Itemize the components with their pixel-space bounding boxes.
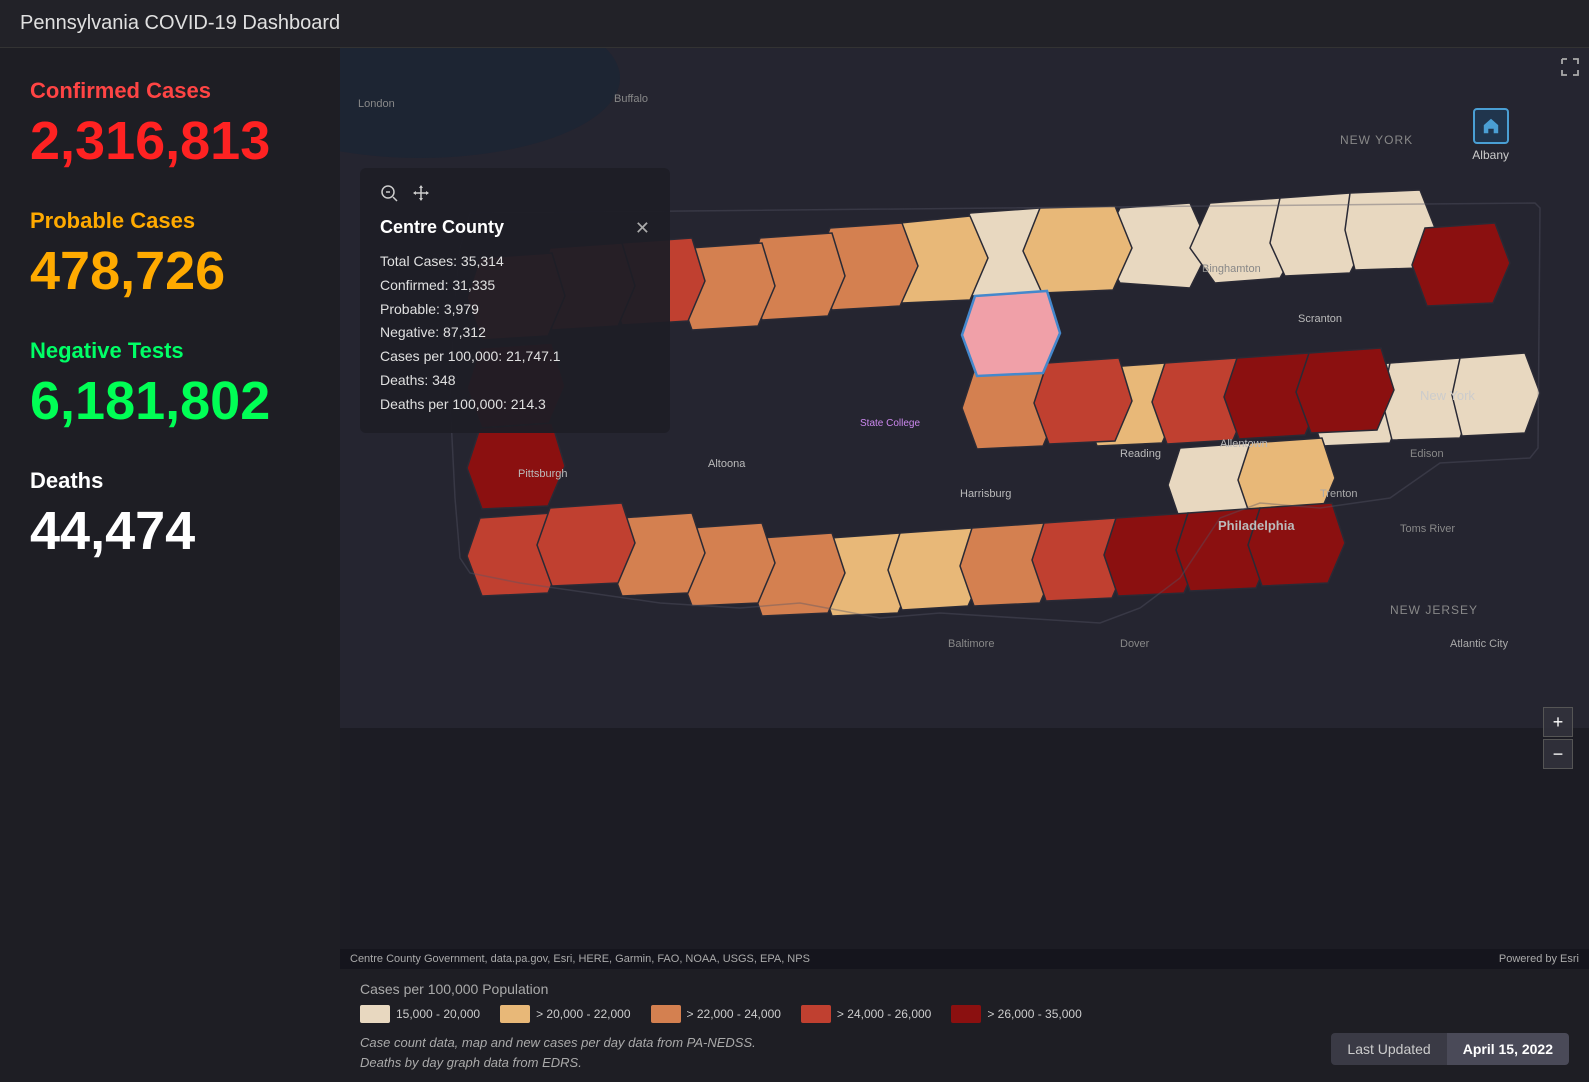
powered-by: Powered by Esri <box>1499 953 1579 965</box>
legend-swatch-3 <box>801 1005 831 1023</box>
popup-total-cases: Total Cases: 35,314 <box>380 250 650 274</box>
legend-item-0: 15,000 - 20,000 <box>360 1005 480 1023</box>
map-panel: Pittsburgh Altoona State College Harrisb… <box>340 48 1589 1082</box>
legend-label-2: > 22,000 - 24,000 <box>687 1007 781 1021</box>
legend-label-3: > 24,000 - 26,000 <box>837 1007 931 1021</box>
legend-label-1: > 20,000 - 22,000 <box>536 1007 630 1021</box>
negative-tests-block: Negative Tests 6,181,802 <box>30 338 310 428</box>
last-updated-label: Last Updated <box>1331 1033 1446 1065</box>
zoom-out-icon[interactable] <box>380 184 398 207</box>
legend-item-2: > 22,000 - 24,000 <box>651 1005 781 1023</box>
legend-swatch-0 <box>360 1005 390 1023</box>
last-updated-date: April 15, 2022 <box>1447 1033 1569 1065</box>
popup-cases-per-100k: Cases per 100,000: 21,747.1 <box>380 345 650 369</box>
albany-home-icon <box>1473 108 1509 144</box>
popup-deaths-per-100k: Deaths per 100,000: 214.3 <box>380 393 650 417</box>
legend-item-1: > 20,000 - 22,000 <box>500 1005 630 1023</box>
map-container[interactable]: Pittsburgh Altoona State College Harrisb… <box>340 48 1589 969</box>
popup-body: Total Cases: 35,314 Confirmed: 31,335 Pr… <box>380 250 650 417</box>
legend-label-4: > 26,000 - 35,000 <box>987 1007 1081 1021</box>
map-attribution-bar: Centre County Government, data.pa.gov, E… <box>340 949 1589 969</box>
confirmed-cases-block: Confirmed Cases 2,316,813 <box>30 78 310 168</box>
deaths-label: Deaths <box>30 468 310 494</box>
page-title: Pennsylvania COVID-19 Dashboard <box>20 12 340 34</box>
albany-label: Albany <box>1472 148 1509 162</box>
zoom-controls: + − <box>1543 707 1573 769</box>
popup-tools <box>380 184 650 207</box>
stats-panel: Confirmed Cases 2,316,813 Probable Cases… <box>0 48 340 1082</box>
popup-deaths: Deaths: 348 <box>380 369 650 393</box>
popup-probable: Probable: 3,979 <box>380 298 650 322</box>
legend-label-0: 15,000 - 20,000 <box>396 1007 480 1021</box>
pan-icon[interactable] <box>412 184 430 207</box>
deaths-value: 44,474 <box>30 504 310 558</box>
legend-swatch-2 <box>651 1005 681 1023</box>
legend-swatch-1 <box>500 1005 530 1023</box>
deaths-block: Deaths 44,474 <box>30 468 310 558</box>
attribution-text: Centre County Government, data.pa.gov, E… <box>350 953 810 965</box>
legend-item-4: > 26,000 - 35,000 <box>951 1005 1081 1023</box>
popup-negative: Negative: 87,312 <box>380 321 650 345</box>
main-content: Confirmed Cases 2,316,813 Probable Cases… <box>0 48 1589 1082</box>
confirmed-cases-label: Confirmed Cases <box>30 78 310 104</box>
legend-items: 15,000 - 20,000 > 20,000 - 22,000 > 22,0… <box>360 1005 1569 1023</box>
negative-tests-label: Negative Tests <box>30 338 310 364</box>
footnote-text: Case count data, map and new cases per d… <box>360 1033 800 1072</box>
legend-title: Cases per 100,000 Population <box>360 981 1569 997</box>
footer-area: Cases per 100,000 Population 15,000 - 20… <box>340 969 1589 1082</box>
popup-confirmed: Confirmed: 31,335 <box>380 274 650 298</box>
probable-cases-label: Probable Cases <box>30 208 310 234</box>
legend-swatch-4 <box>951 1005 981 1023</box>
confirmed-cases-value: 2,316,813 <box>30 114 310 168</box>
footnote-row: Case count data, map and new cases per d… <box>360 1033 1569 1072</box>
probable-cases-block: Probable Cases 478,726 <box>30 208 310 298</box>
popup-header: Centre County ✕ <box>380 217 650 238</box>
expand-icon[interactable] <box>1561 58 1579 81</box>
page-header: Pennsylvania COVID-19 Dashboard <box>0 0 1589 48</box>
zoom-in-button[interactable]: + <box>1543 707 1573 737</box>
county-popup: Centre County ✕ Total Cases: 35,314 Conf… <box>360 168 670 433</box>
zoom-out-button[interactable]: − <box>1543 739 1573 769</box>
albany-marker: Albany <box>1472 108 1509 162</box>
legend-item-3: > 24,000 - 26,000 <box>801 1005 931 1023</box>
last-updated-box: Last Updated April 15, 2022 <box>1331 1033 1569 1065</box>
popup-close-button[interactable]: ✕ <box>635 219 650 237</box>
negative-tests-value: 6,181,802 <box>30 374 310 428</box>
probable-cases-value: 478,726 <box>30 244 310 298</box>
popup-county-name: Centre County <box>380 217 504 238</box>
